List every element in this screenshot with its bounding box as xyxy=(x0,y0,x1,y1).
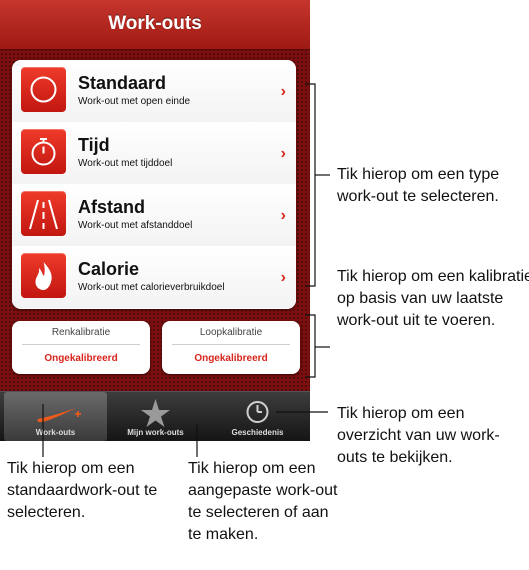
callout-workout-type: Tik hierop om een type work-out te selec… xyxy=(337,166,500,205)
callout-standard: Tik hierop om een standaardwork-out te s… xyxy=(7,460,158,521)
callout-custom: Tik hierop om een aangepaste work-out te… xyxy=(188,460,338,543)
callout-history: Tik hierop om een overzicht van uw work-… xyxy=(337,405,500,466)
callout-calibration: Tik hierop om een kalibratie op basis va… xyxy=(337,268,529,329)
